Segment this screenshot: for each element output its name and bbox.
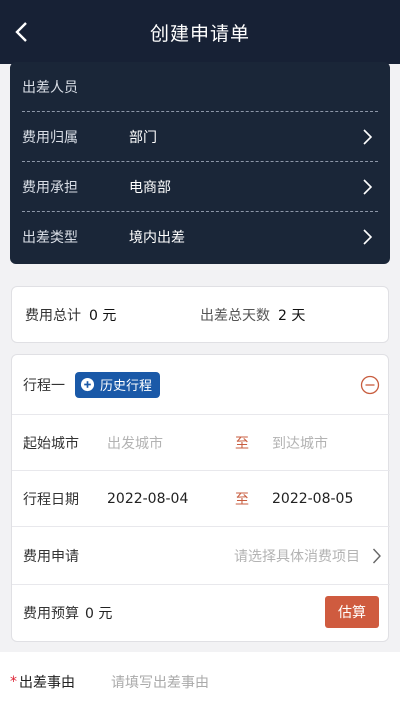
date-row: 行程日期 2022-08-04 至 2022-08-05 bbox=[12, 471, 390, 527]
chevron-right-icon bbox=[363, 229, 372, 245]
total-cost-value: 0 元 bbox=[89, 307, 117, 324]
row-traveler[interactable]: 出差人员 bbox=[22, 62, 378, 112]
chevron-right-icon bbox=[363, 179, 372, 195]
to-city-input[interactable]: 到达城市 bbox=[272, 433, 328, 453]
chevron-right-icon bbox=[372, 548, 381, 564]
total-cost-label: 费用总计 bbox=[25, 307, 81, 324]
history-trip-label: 历史行程 bbox=[100, 379, 153, 394]
row-cost-bearer[interactable]: 费用承担 电商部 bbox=[22, 162, 378, 212]
total-days-label: 出差总天数 bbox=[200, 307, 270, 324]
plus-circle-icon bbox=[80, 377, 95, 392]
history-trip-button[interactable]: 历史行程 bbox=[75, 371, 161, 398]
budget-row: 费用预算 0 元 估算 bbox=[12, 585, 390, 641]
trip-type-label: 出差类型 bbox=[22, 230, 78, 246]
trip-type-value: 境内出差 bbox=[129, 230, 185, 246]
traveler-label: 出差人员 bbox=[22, 79, 78, 96]
expense-placeholder: 请选择具体消费项目 bbox=[234, 548, 360, 565]
total-days-value: 2 天 bbox=[278, 307, 306, 324]
to-separator: 至 bbox=[235, 491, 249, 508]
city-row: 起始城市 出发城市 至 到达城市 bbox=[12, 415, 390, 471]
trip-title: 行程一 bbox=[23, 377, 65, 394]
budget-value: 0 元 bbox=[85, 606, 113, 622]
header-bar: 创建申请单 bbox=[0, 0, 400, 64]
applicant-card: 出差人员 费用归属 部门 费用承担 电商部 出差类型 境内出差 bbox=[10, 62, 390, 264]
cost-summary: 费用总计 0 元 出差总天数 2 天 bbox=[11, 286, 389, 343]
reason-label: 出差事由 bbox=[19, 674, 75, 691]
end-date-input[interactable]: 2022-08-05 bbox=[272, 491, 353, 507]
total-cost: 费用总计 0 元 bbox=[25, 305, 200, 325]
expense-label: 费用申请 bbox=[23, 548, 79, 565]
from-city-input[interactable]: 出发城市 bbox=[107, 433, 235, 453]
reason-input[interactable]: 请填写出差事由 bbox=[111, 672, 209, 692]
expense-row[interactable]: 费用申请 请选择具体消费项目 bbox=[12, 527, 390, 585]
city-label: 起始城市 bbox=[23, 435, 79, 452]
trip-header: 行程一 历史行程 bbox=[12, 355, 390, 415]
total-days: 出差总天数 2 天 bbox=[200, 305, 305, 325]
trip-reason-row: * 出差事由 请填写出差事由 bbox=[0, 652, 400, 711]
remove-trip-icon[interactable] bbox=[360, 375, 380, 395]
cost-ownership-label: 费用归属 bbox=[22, 129, 78, 146]
budget-label: 费用预算 bbox=[23, 606, 79, 622]
row-trip-type[interactable]: 出差类型 境内出差 bbox=[22, 212, 378, 262]
estimate-button[interactable]: 估算 bbox=[325, 596, 379, 628]
back-chevron-icon[interactable] bbox=[10, 18, 36, 46]
required-mark: * bbox=[10, 673, 17, 690]
cost-bearer-value: 电商部 bbox=[129, 179, 171, 196]
to-separator: 至 bbox=[235, 435, 249, 452]
chevron-right-icon bbox=[363, 129, 372, 145]
cost-ownership-value: 部门 bbox=[129, 129, 157, 146]
trip-card: 行程一 历史行程 起始城市 出发城市 至 到达城市 行程日期 2022-08-0… bbox=[11, 354, 390, 642]
page-title: 创建申请单 bbox=[149, 22, 250, 45]
row-cost-ownership[interactable]: 费用归属 部门 bbox=[22, 112, 378, 162]
start-date-input[interactable]: 2022-08-04 bbox=[107, 491, 235, 507]
cost-bearer-label: 费用承担 bbox=[22, 179, 78, 196]
date-label: 行程日期 bbox=[23, 491, 79, 508]
